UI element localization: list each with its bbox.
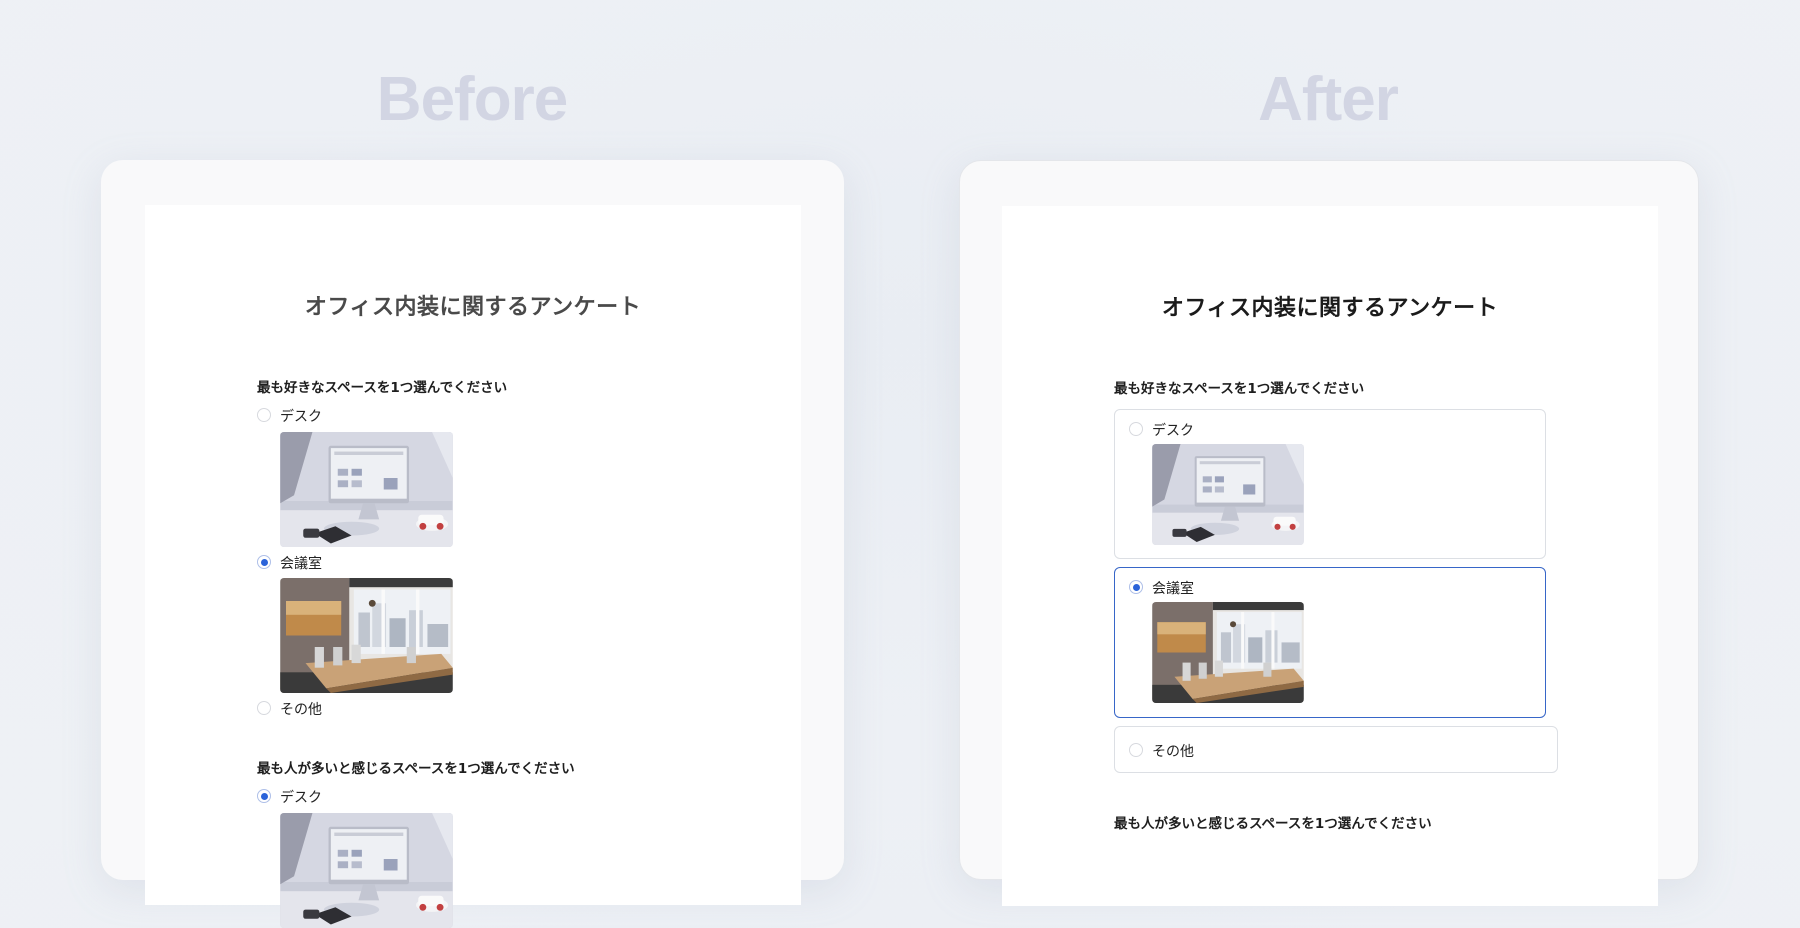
radio-button[interactable] bbox=[1129, 422, 1143, 436]
option-label: デスク bbox=[280, 409, 322, 425]
question-1-label: 最も好きなスペースを1つ選んでください bbox=[257, 380, 508, 396]
meeting-room-photo-icon bbox=[1152, 602, 1304, 703]
radio-button[interactable] bbox=[257, 555, 271, 569]
question-2-label: 最も人が多いと感じるスペースを1つ選んでください bbox=[1114, 816, 1432, 832]
option-label: デスク bbox=[1152, 423, 1194, 439]
option-label: 会議室 bbox=[280, 556, 322, 572]
option-label: その他 bbox=[1152, 744, 1194, 760]
survey-sheet: オフィス内装に関するアンケート 最も好きなスペースを1つ選んでください デスク … bbox=[145, 205, 801, 905]
before-panel: オフィス内装に関するアンケート 最も好きなスペースを1つ選んでください デスク … bbox=[101, 160, 844, 880]
desk-photo-icon bbox=[1152, 444, 1304, 545]
option-label: その他 bbox=[280, 702, 322, 718]
desk-photo-icon bbox=[280, 432, 453, 547]
radio-button[interactable] bbox=[1129, 743, 1143, 757]
q1-option-desk[interactable]: デスク bbox=[1114, 409, 1546, 559]
radio-button[interactable] bbox=[1129, 580, 1143, 594]
question-1-label: 最も好きなスペースを1つ選んでください bbox=[1114, 381, 1365, 397]
before-heading: Before bbox=[376, 65, 568, 134]
question-2-label: 最も人が多いと感じるスペースを1つ選んでください bbox=[257, 761, 575, 777]
survey-title: オフィス内装に関するアンケート bbox=[304, 295, 642, 320]
survey-title: オフィス内装に関するアンケート bbox=[1161, 296, 1499, 321]
option-label: 会議室 bbox=[1152, 581, 1194, 597]
desk-photo-icon bbox=[280, 813, 453, 928]
option-label: デスク bbox=[280, 790, 322, 806]
after-heading: After bbox=[1258, 65, 1399, 134]
survey-sheet: オフィス内装に関するアンケート 最も好きなスペースを1つ選んでください デスク … bbox=[1002, 206, 1658, 906]
q1-option-other[interactable]: その他 bbox=[1114, 726, 1558, 773]
radio-button[interactable] bbox=[257, 701, 271, 715]
radio-button[interactable] bbox=[257, 789, 271, 803]
q1-option-meeting-room[interactable]: 会議室 bbox=[1114, 567, 1546, 718]
meeting-room-photo-icon bbox=[280, 578, 453, 693]
after-panel: オフィス内装に関するアンケート 最も好きなスペースを1つ選んでください デスク … bbox=[959, 160, 1699, 906]
radio-button[interactable] bbox=[257, 408, 271, 422]
